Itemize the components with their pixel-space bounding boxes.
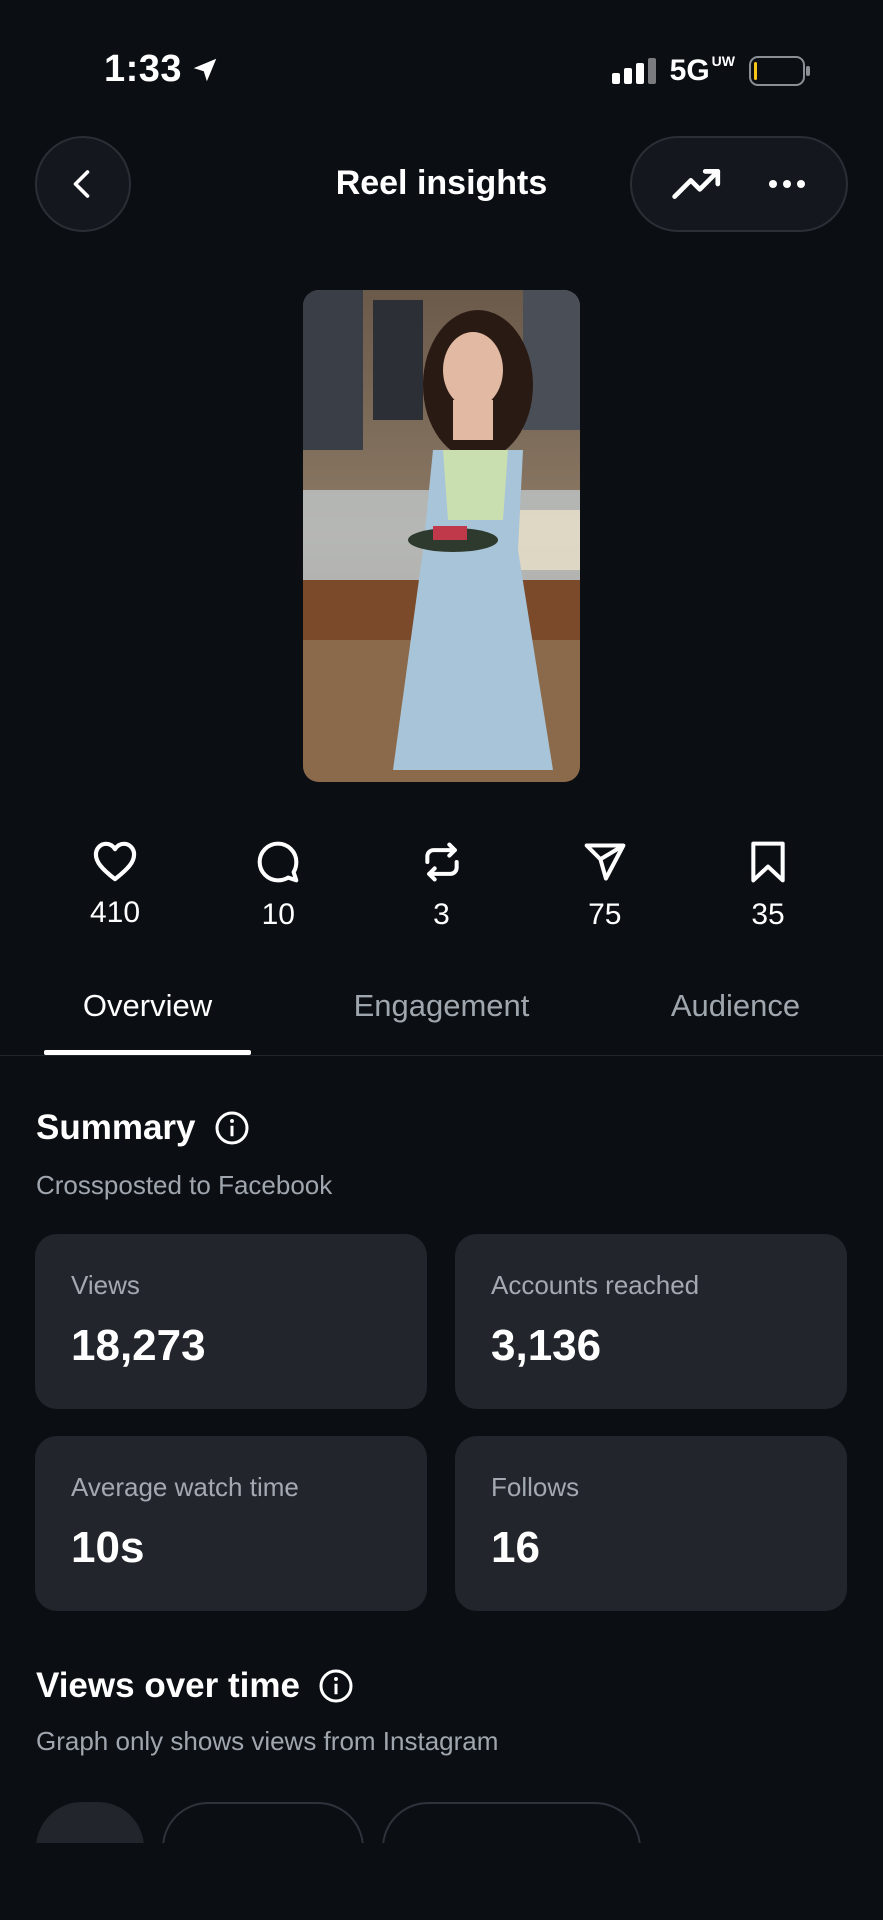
views-over-time-subtitle: Graph only shows views from Instagram [36, 1726, 499, 1756]
comments-stat: 10 [218, 840, 338, 932]
views-card[interactable]: Views 18,273 [35, 1234, 427, 1409]
saves-stat: 35 [708, 840, 828, 932]
status-bar: 1:33 5G UW [0, 0, 883, 120]
accounts-reached-card[interactable]: Accounts reached 3,136 [455, 1234, 847, 1409]
tab-audience[interactable]: Audience [632, 988, 839, 1024]
average-watch-time-value: 10s [71, 1523, 145, 1572]
scroll-fade [0, 1843, 883, 1920]
saves-count: 35 [751, 898, 785, 931]
trending-up-icon[interactable] [671, 164, 725, 204]
views-label: Views [71, 1270, 140, 1300]
reel-thumbnail-image [303, 290, 580, 782]
accounts-reached-label: Accounts reached [491, 1270, 700, 1300]
reel-thumbnail[interactable] [303, 290, 580, 782]
info-icon[interactable] [214, 1110, 250, 1146]
views-value: 18,273 [71, 1321, 206, 1370]
engagement-stats: 410 10 3 75 35 [55, 840, 828, 932]
follows-label: Follows [491, 1472, 580, 1502]
likes-count: 410 [89, 896, 141, 929]
follows-value: 16 [491, 1523, 540, 1572]
status-time: 1:33 [104, 48, 220, 91]
location-arrow-icon [193, 58, 217, 81]
share-icon [584, 843, 626, 881]
bookmark-icon [751, 841, 785, 883]
tab-overview[interactable]: Overview [44, 988, 251, 1024]
likes-stat: 410 [55, 840, 175, 932]
insights-tabs: Overview Engagement Audience [0, 980, 883, 1056]
status-indicators: 5G UW [611, 53, 811, 88]
clock-text: 1:33 [104, 48, 183, 90]
follows-card[interactable]: Follows 16 [455, 1436, 847, 1611]
header: Reel insights [0, 136, 883, 232]
summary-heading: Summary [36, 1108, 250, 1148]
summary-subtitle: Crossposted to Facebook [36, 1170, 333, 1200]
shares-count: 75 [588, 898, 622, 931]
more-options-icon[interactable] [767, 178, 807, 190]
summary-title: Summary [36, 1108, 196, 1147]
info-icon[interactable] [318, 1668, 354, 1704]
battery-icon [749, 56, 810, 86]
accounts-reached-value: 3,136 [491, 1321, 602, 1370]
views-over-time-title: Views over time [36, 1666, 300, 1705]
average-watch-time-card[interactable]: Average watch time 10s [35, 1436, 427, 1611]
comments-count: 10 [261, 898, 295, 931]
signal-icon [611, 58, 656, 84]
shares-stat: 75 [545, 840, 665, 932]
reposts-stat: 3 [382, 840, 502, 932]
average-watch-time-label: Average watch time [71, 1472, 299, 1502]
network-type: 5G UW [669, 53, 735, 87]
comment-icon [257, 841, 299, 883]
active-tab-indicator [44, 1050, 251, 1055]
reposts-count: 3 [433, 898, 450, 931]
tab-engagement[interactable]: Engagement [338, 988, 545, 1024]
repost-icon [424, 842, 459, 882]
header-actions [630, 136, 848, 232]
views-over-time-heading: Views over time [36, 1666, 354, 1706]
heart-icon [93, 841, 137, 882]
